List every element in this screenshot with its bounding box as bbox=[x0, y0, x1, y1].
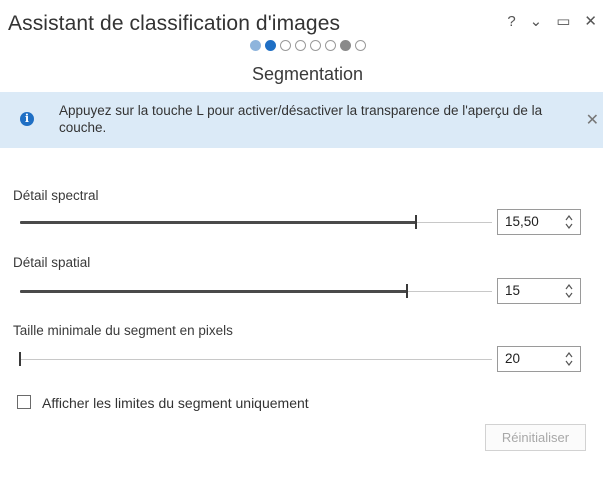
reset-button[interactable]: Réinitialiser bbox=[485, 424, 586, 451]
close-icon[interactable]: ✕ bbox=[584, 14, 597, 30]
spatial-detail-input[interactable]: 15 bbox=[497, 278, 581, 304]
min-segment-size-track[interactable] bbox=[20, 359, 492, 360]
step-dot bbox=[354, 40, 366, 51]
stepper-icon[interactable] bbox=[564, 212, 574, 232]
spatial-detail-label: Détail spatial bbox=[13, 255, 91, 270]
maximize-icon[interactable]: ▭ bbox=[556, 14, 570, 30]
wizard-step-indicator bbox=[6, 40, 603, 51]
spectral-detail-label: Détail spectral bbox=[13, 188, 99, 203]
step-dot bbox=[279, 40, 291, 51]
min-segment-size-thumb[interactable] bbox=[19, 352, 21, 366]
show-boundaries-checkbox[interactable] bbox=[17, 395, 31, 409]
window-controls: ? ⌄ ▭ ✕ bbox=[507, 14, 597, 30]
spatial-detail-fill bbox=[20, 290, 407, 293]
step-dot bbox=[324, 40, 336, 51]
info-icon: i bbox=[20, 112, 34, 126]
min-segment-size-label: Taille minimale du segment en pixels bbox=[13, 323, 233, 338]
show-boundaries-label[interactable]: Afficher les limites du segment uniqueme… bbox=[42, 395, 309, 411]
spectral-detail-value: 15,50 bbox=[505, 214, 539, 229]
spectral-detail-thumb[interactable] bbox=[415, 215, 417, 229]
step-dot bbox=[264, 40, 276, 51]
min-segment-size-input[interactable]: 20 bbox=[497, 346, 581, 372]
chevron-down-icon[interactable]: ⌄ bbox=[530, 14, 543, 30]
spatial-detail-value: 15 bbox=[505, 283, 521, 298]
spectral-detail-fill bbox=[20, 221, 416, 224]
stepper-icon[interactable] bbox=[564, 281, 574, 301]
info-banner-text: Appuyez sur la touche L pour activer/dés… bbox=[59, 103, 543, 135]
step-dot bbox=[339, 40, 351, 51]
help-icon[interactable]: ? bbox=[507, 14, 515, 30]
min-segment-size-value: 20 bbox=[505, 351, 521, 366]
pane-title: Assistant de classification d'images bbox=[8, 12, 341, 35]
spectral-detail-input[interactable]: 15,50 bbox=[497, 209, 581, 235]
step-dot bbox=[309, 40, 321, 51]
stepper-icon[interactable] bbox=[564, 349, 574, 369]
spatial-detail-thumb[interactable] bbox=[406, 284, 408, 298]
step-title: Segmentation bbox=[251, 64, 364, 84]
info-banner: i Appuyez sur la touche L pour activer/d… bbox=[0, 92, 603, 148]
step-dot bbox=[249, 40, 261, 51]
step-dot bbox=[294, 40, 306, 51]
close-icon[interactable]: ✕ bbox=[586, 110, 599, 130]
